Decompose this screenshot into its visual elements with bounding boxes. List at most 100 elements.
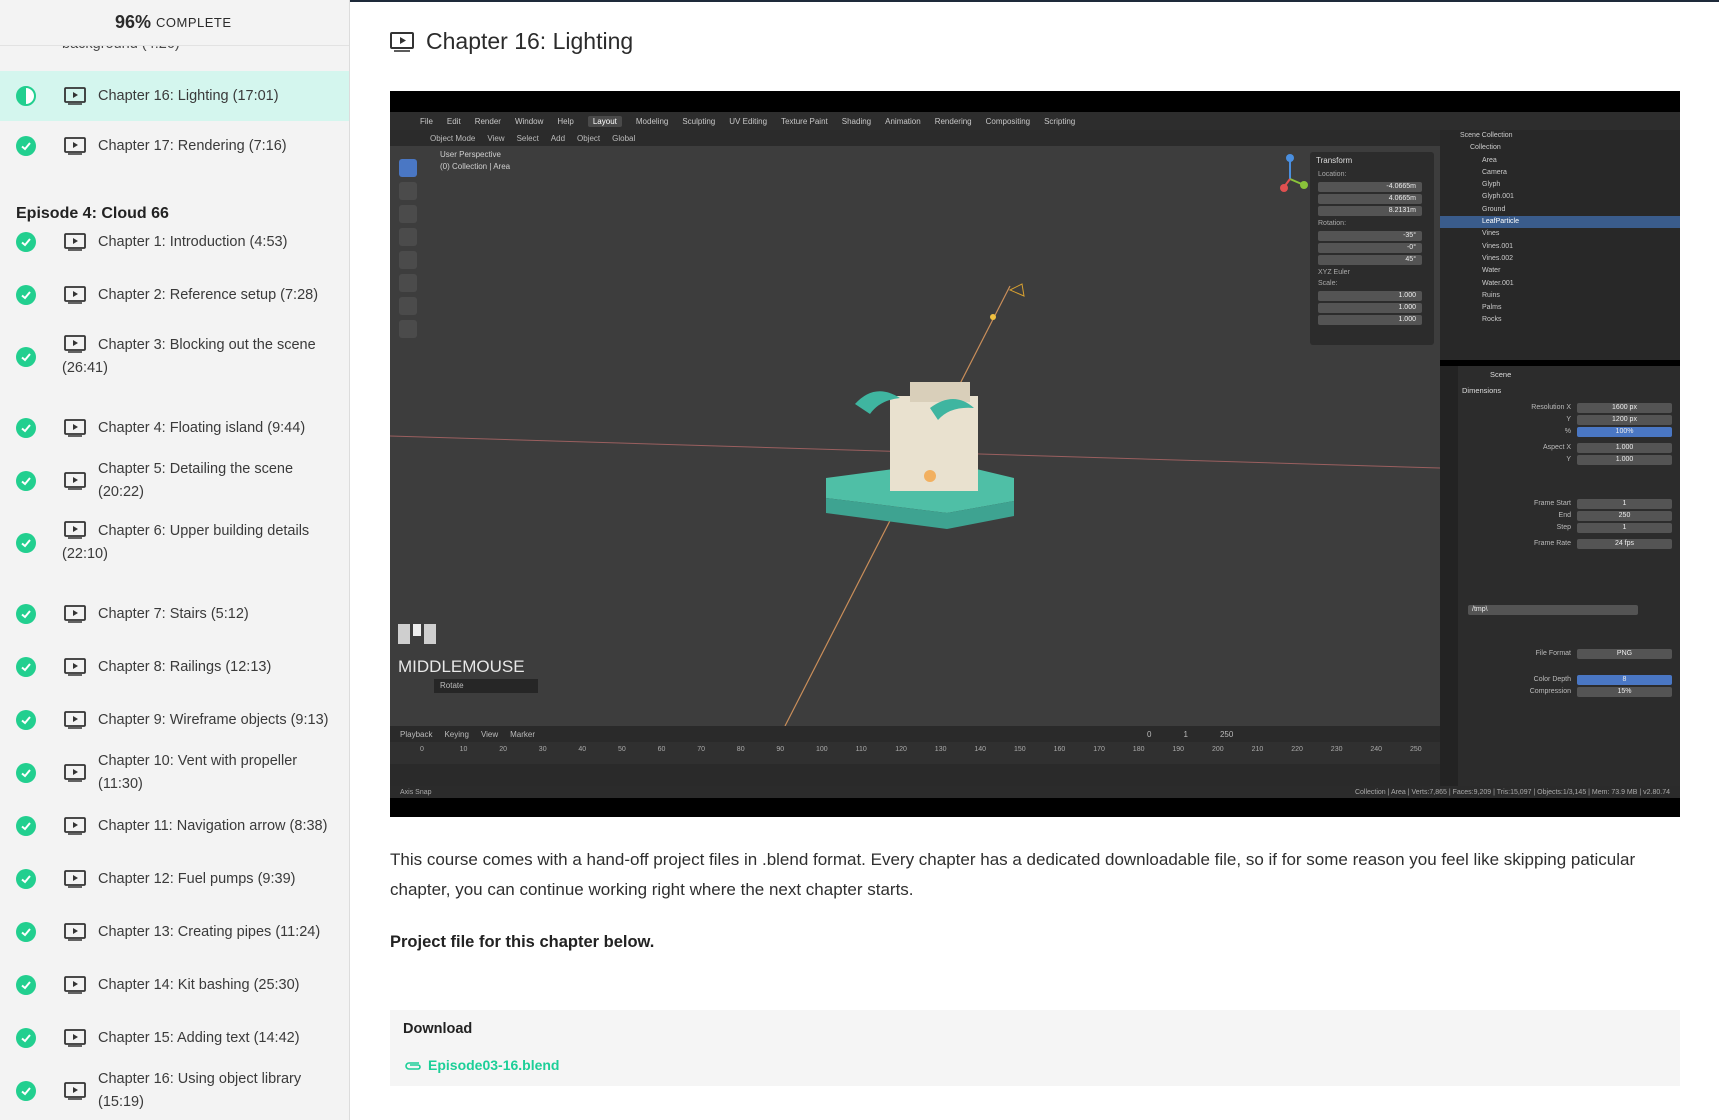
check-icon xyxy=(16,533,36,553)
timeline-tick: 250 xyxy=(1410,746,1422,753)
sidebar-item[interactable]: Chapter 8: Railings (12:13) xyxy=(0,642,349,692)
page-title: Chapter 16: Lighting xyxy=(426,28,634,54)
dimensions-label: Dimensions xyxy=(1462,386,1502,395)
sidebar-item[interactable]: Chapter 14: Kit bashing (25:30) xyxy=(0,960,349,1010)
scene-render xyxy=(390,283,1440,726)
sidebar-item[interactable]: Chapter 13: Creating pipes (11:24) xyxy=(0,907,349,957)
download-link[interactable]: Episode03-16.blend xyxy=(403,1057,559,1073)
timeline-tick: 130 xyxy=(934,746,947,753)
check-icon xyxy=(16,657,36,677)
sidebar-item[interactable]: Chapter 10: Vent with propeller (11:30) xyxy=(0,748,349,798)
timeline-tick: 100 xyxy=(816,746,828,753)
sidebar-item[interactable]: Chapter 11: Navigation arrow (8:38) xyxy=(0,801,349,851)
paperclip-icon xyxy=(405,1062,421,1070)
frame-rate-row: Frame Rate 24 fps xyxy=(1468,538,1672,549)
sidebar-item[interactable]: Chapter 2: Reference setup (7:28) xyxy=(0,270,349,320)
outliner-item: Area xyxy=(1482,156,1497,164)
sidebar-item[interactable]: Chapter 1: Introduction (4:53) xyxy=(0,217,349,267)
check-icon xyxy=(16,285,36,305)
outliner-item: Collection xyxy=(1470,144,1501,152)
check-icon xyxy=(16,471,36,491)
timeline-menu-item: Playback xyxy=(400,729,433,739)
timeline-start: 1 xyxy=(1183,729,1188,739)
sidebar-item-label: Chapter 6: Upper building details (22:10… xyxy=(62,523,310,562)
rotation-label: Rotation: xyxy=(1318,220,1347,227)
sidebar-item[interactable]: Chapter 7: Stairs (5:12) xyxy=(0,589,349,639)
rotation-y: -0° xyxy=(1318,243,1422,253)
check-icon xyxy=(16,763,36,783)
scale-label: Scale: xyxy=(1318,280,1338,287)
check-icon xyxy=(16,232,36,252)
check-icon xyxy=(16,347,36,367)
outliner-item: Vines.002 xyxy=(1482,254,1514,262)
video-icon xyxy=(390,31,414,52)
download-heading: Download xyxy=(403,1021,473,1037)
sidebar-item[interactable]: Chapter 15: Adding text (14:42) xyxy=(0,1013,349,1063)
sidebar-item[interactable]: Chapter 12: Fuel pumps (9:39) xyxy=(0,854,349,904)
sidebar-item-label: Chapter 15: Adding text (14:42) xyxy=(98,1029,300,1046)
key-overlay-sub: Rotate xyxy=(434,679,538,693)
navigation-gizmo[interactable] xyxy=(1270,151,1310,201)
sidebar-item-label: Chapter 2: Reference setup (7:28) xyxy=(98,286,319,303)
timeline-tick: 120 xyxy=(895,746,907,753)
location-z: 8.2131m xyxy=(1318,206,1422,216)
outliner-item: Water.001 xyxy=(1482,279,1514,287)
output-path-row: /tmp\ xyxy=(1468,604,1672,615)
timeline-menu-item: Marker xyxy=(510,729,536,739)
blender-header: Object Mode View Select Add Object Global xyxy=(390,130,1440,146)
sidebar-item[interactable]: Chapter 17: Rendering (7:16) xyxy=(0,121,349,171)
timeline-tick: 0 xyxy=(420,746,424,753)
in-progress-icon xyxy=(16,86,36,106)
sidebar-item-label: Chapter 10: Vent with propeller (11:30) xyxy=(98,753,298,792)
video-icon xyxy=(64,711,86,729)
timeline-tick: 60 xyxy=(657,746,666,753)
sidebar-item[interactable]: Chapter 4: Floating island (9:44) xyxy=(0,403,349,453)
outliner-item: Glyph xyxy=(1482,181,1501,189)
header-menu-item: View xyxy=(487,133,505,143)
chapter-description: This course comes with a hand-off projec… xyxy=(390,850,1636,899)
workspace-tab: Edit xyxy=(446,116,461,126)
sidebar-item[interactable]: Chapter 3: Blocking out the scene (26:41… xyxy=(0,325,349,389)
scale-y: 1.000 xyxy=(1318,303,1422,313)
workspace-tab: Compositing xyxy=(985,116,1031,126)
compression-row: Compression 15% xyxy=(1468,686,1672,697)
outliner-item: Camera xyxy=(1482,168,1507,176)
resolution-y-row: Y 1200 px xyxy=(1468,414,1672,425)
frame-end-row: End 250 xyxy=(1468,510,1672,521)
blender-viewport: User Perspective (0) Collection | Area T… xyxy=(390,146,1440,726)
check-icon xyxy=(16,1081,36,1101)
sidebar-item[interactable]: Chapter 9: Wireframe objects (9:13) xyxy=(0,695,349,745)
timeline-current-frame: 0 xyxy=(1147,729,1152,739)
properties-panel: Scene Dimensions Resolution X 1600 px Y 12… xyxy=(1440,366,1680,786)
outliner-item: LeafParticle xyxy=(1440,216,1680,229)
sidebar-item-label: Chapter 12: Fuel pumps (9:39) xyxy=(98,870,296,887)
blender-statusbar: Axis Snap Collection | Area | Verts:7,86… xyxy=(390,786,1680,798)
timeline-tick: 160 xyxy=(1053,746,1066,753)
outliner-root: Scene Collection xyxy=(1460,132,1513,139)
timeline-tick: 240 xyxy=(1370,746,1383,753)
resolution-pct-row: % 100% xyxy=(1468,426,1672,437)
check-icon xyxy=(16,816,36,836)
video-icon xyxy=(64,976,86,994)
sidebar-item-active[interactable]: Chapter 16: Lighting (17:01) xyxy=(0,71,349,121)
sidebar-item-label: Chapter 17: Rendering (7:16) xyxy=(98,137,287,154)
timeline-menu-item: View xyxy=(480,729,499,739)
timeline-tick: 40 xyxy=(578,746,587,753)
properties-tabs xyxy=(1440,366,1458,786)
check-icon xyxy=(16,869,36,889)
rotation-x: -35° xyxy=(1318,231,1422,241)
check-icon xyxy=(16,136,36,156)
video-icon xyxy=(64,472,86,490)
video-icon xyxy=(64,1029,86,1047)
progress-header: 96% COMPLETE xyxy=(0,0,349,46)
workspace-tab: Window xyxy=(514,116,544,126)
sidebar-item[interactable]: Chapter 5: Detailing the scene (20:22) xyxy=(0,456,349,506)
sidebar-item-label: Chapter 8: Railings (12:13) xyxy=(98,658,272,675)
sidebar-item[interactable]: Chapter 16: Using object library (15:19) xyxy=(0,1066,349,1116)
timeline-tick: 200 xyxy=(1212,746,1224,753)
sidebar-item[interactable]: Chapter 6: Upper building details (22:10… xyxy=(0,511,349,575)
video-player[interactable]: File Edit Render Window Help Layout Modeling Sc… xyxy=(390,91,1680,817)
frame-step: 1 xyxy=(1577,522,1672,533)
check-icon xyxy=(16,418,36,438)
timeline-tick: 150 xyxy=(1014,746,1026,753)
